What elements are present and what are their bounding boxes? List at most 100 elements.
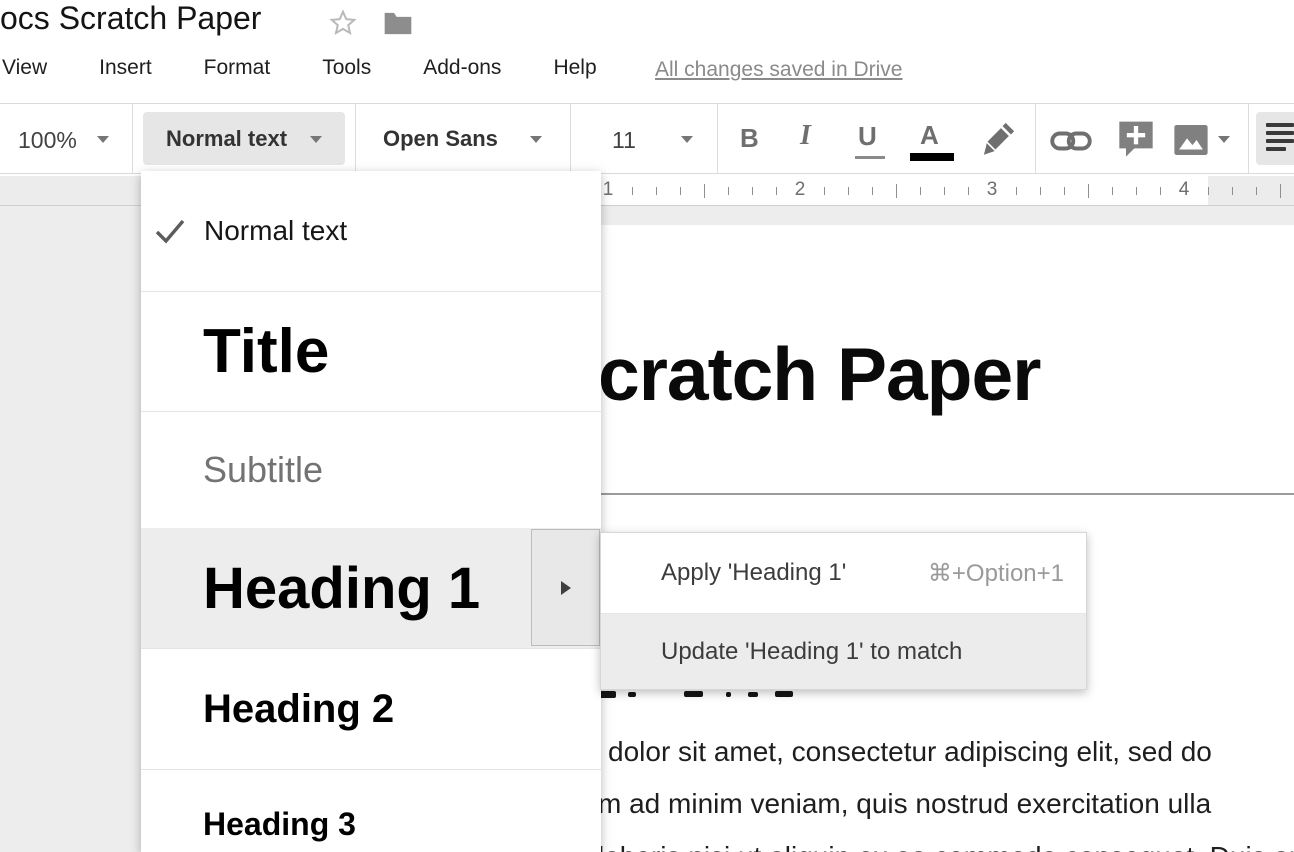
- ruler-tick: [872, 187, 873, 195]
- star-icon[interactable]: [328, 8, 358, 38]
- clipped-heading-fragment: [726, 692, 731, 697]
- menu-item-normal-text[interactable]: Normal text: [141, 171, 601, 291]
- ruler-tick: [1232, 187, 1233, 195]
- clipped-heading-fragment: [628, 692, 636, 697]
- menu-item-title[interactable]: Title: [141, 292, 601, 411]
- ruler-tick: [824, 187, 825, 195]
- toolbar-separator: [132, 104, 133, 173]
- folder-icon[interactable]: [382, 10, 414, 37]
- clipped-heading-fragment: [748, 692, 758, 697]
- align-icon: [1266, 131, 1294, 135]
- ruler-tick: [1160, 187, 1161, 195]
- ruler-tick: [656, 187, 657, 195]
- menu-item-label: Title: [203, 316, 329, 387]
- italic-button[interactable]: I: [800, 120, 811, 152]
- body-text-line: dolor sit amet, consectetur adipiscing e…: [608, 736, 1212, 768]
- ruler-tick: [728, 187, 729, 195]
- heading-1-submenu: Apply 'Heading 1' ⌘+Option+1 Update 'Hea…: [600, 532, 1087, 690]
- ruler-tick: [1088, 184, 1089, 198]
- insert-image-icon[interactable]: [1172, 121, 1210, 159]
- toolbar-separator: [355, 104, 356, 173]
- menu-format[interactable]: Format: [204, 56, 271, 80]
- ruler-tick: [1136, 187, 1137, 195]
- ruler-tick: [968, 187, 969, 195]
- clipped-heading-fragment: [775, 691, 793, 697]
- toolbar-separator: [570, 104, 571, 173]
- submenu-item-label: Apply 'Heading 1': [661, 559, 846, 587]
- ruler-tick: [1040, 187, 1041, 195]
- ruler-tick: [1208, 187, 1209, 195]
- document-title[interactable]: ocs Scratch Paper: [0, 0, 261, 37]
- font-size-caret-icon[interactable]: [681, 136, 693, 143]
- paragraph-style-menu: Normal text Title Subtitle Heading 1 Hea…: [141, 171, 601, 852]
- align-icon: [1266, 123, 1294, 127]
- menu-item-label: Subtitle: [203, 449, 323, 491]
- ruler-tick: [848, 187, 849, 195]
- bold-button[interactable]: B: [740, 123, 759, 154]
- ruler-number: 4: [1179, 179, 1190, 201]
- submenu-item-label: Update 'Heading 1' to match: [661, 638, 962, 666]
- zoom-select[interactable]: 100%: [18, 127, 77, 154]
- ruler-number: 3: [987, 179, 998, 201]
- menu-item-label: Heading 3: [203, 806, 356, 843]
- clipped-heading-fragment: [684, 691, 703, 697]
- paint-format-icon[interactable]: [978, 121, 1016, 159]
- menu-item-heading-1[interactable]: Heading 1: [141, 528, 601, 648]
- ruler-tick: [1256, 187, 1257, 195]
- menubar: View Insert Format Tools Add-ons Help: [2, 56, 597, 80]
- menu-tools[interactable]: Tools: [322, 56, 371, 80]
- ruler-number: 2: [795, 179, 806, 201]
- style-caret-icon[interactable]: [310, 136, 322, 143]
- body-text-line: m ad minim veniam, quis nostrud exercita…: [598, 788, 1211, 820]
- align-icon: [1266, 147, 1286, 151]
- menu-help[interactable]: Help: [553, 56, 596, 80]
- underline-bar: [855, 156, 885, 159]
- menu-item-label: Heading 2: [203, 687, 394, 732]
- ruler-tick: [896, 184, 897, 198]
- ruler-tick: [680, 187, 681, 195]
- menu-item-label: Normal text: [204, 215, 347, 247]
- align-icon: [1266, 139, 1294, 143]
- save-status-link[interactable]: All changes saved in Drive: [655, 58, 902, 82]
- submenu-arrow-icon: [561, 581, 571, 595]
- insert-link-icon[interactable]: [1050, 131, 1092, 151]
- keyboard-shortcut: ⌘+Option+1: [928, 559, 1064, 588]
- menu-insert[interactable]: Insert: [99, 56, 152, 80]
- font-size-select[interactable]: 11: [612, 127, 636, 154]
- image-caret-icon[interactable]: [1218, 136, 1230, 143]
- text-color-button[interactable]: A: [920, 120, 939, 151]
- toolbar-separator: [717, 104, 718, 173]
- ruler-tick: [1016, 187, 1017, 195]
- menu-view[interactable]: View: [2, 56, 47, 80]
- ruler-tick: [1064, 187, 1065, 195]
- ruler-tick: [776, 187, 777, 195]
- toolbar-separator: [1035, 104, 1036, 173]
- ruler-tick: [752, 187, 753, 195]
- check-icon: [154, 218, 186, 244]
- font-select[interactable]: Open Sans: [383, 126, 498, 152]
- heading-1-submenu-button[interactable]: [531, 529, 600, 646]
- body-text-line: laboris nisi ut aliquip ex ea commodo co…: [598, 841, 1294, 852]
- submenu-item-apply[interactable]: Apply 'Heading 1' ⌘+Option+1: [601, 533, 1086, 613]
- font-caret-icon[interactable]: [530, 136, 542, 143]
- toolbar-separator: [1248, 104, 1249, 173]
- submenu-item-update[interactable]: Update 'Heading 1' to match: [601, 614, 1086, 689]
- toolbar: 100% Normal text Open Sans 11 B I U A: [0, 103, 1294, 174]
- ruler-tick: [704, 184, 705, 198]
- menu-item-heading-3[interactable]: Heading 3: [141, 770, 601, 852]
- ruler-number: 1: [603, 179, 614, 201]
- ruler-tick: [632, 187, 633, 195]
- menu-item-heading-2[interactable]: Heading 2: [141, 649, 601, 769]
- ruler-tick: [1280, 184, 1281, 198]
- menu-item-label: Heading 1: [203, 555, 480, 622]
- document-heading-title: cratch Paper: [598, 331, 1040, 417]
- google-docs-window: ocs Scratch Paper View Insert Format Too…: [0, 0, 1294, 852]
- add-comment-icon[interactable]: [1116, 118, 1156, 162]
- ruler-tick: [920, 187, 921, 195]
- underline-button[interactable]: U: [858, 121, 877, 152]
- zoom-caret-icon[interactable]: [97, 136, 109, 143]
- ruler-tick: [944, 187, 945, 195]
- menu-item-subtitle[interactable]: Subtitle: [141, 412, 601, 528]
- paragraph-style-value[interactable]: Normal text: [166, 126, 287, 152]
- menu-addons[interactable]: Add-ons: [423, 56, 501, 80]
